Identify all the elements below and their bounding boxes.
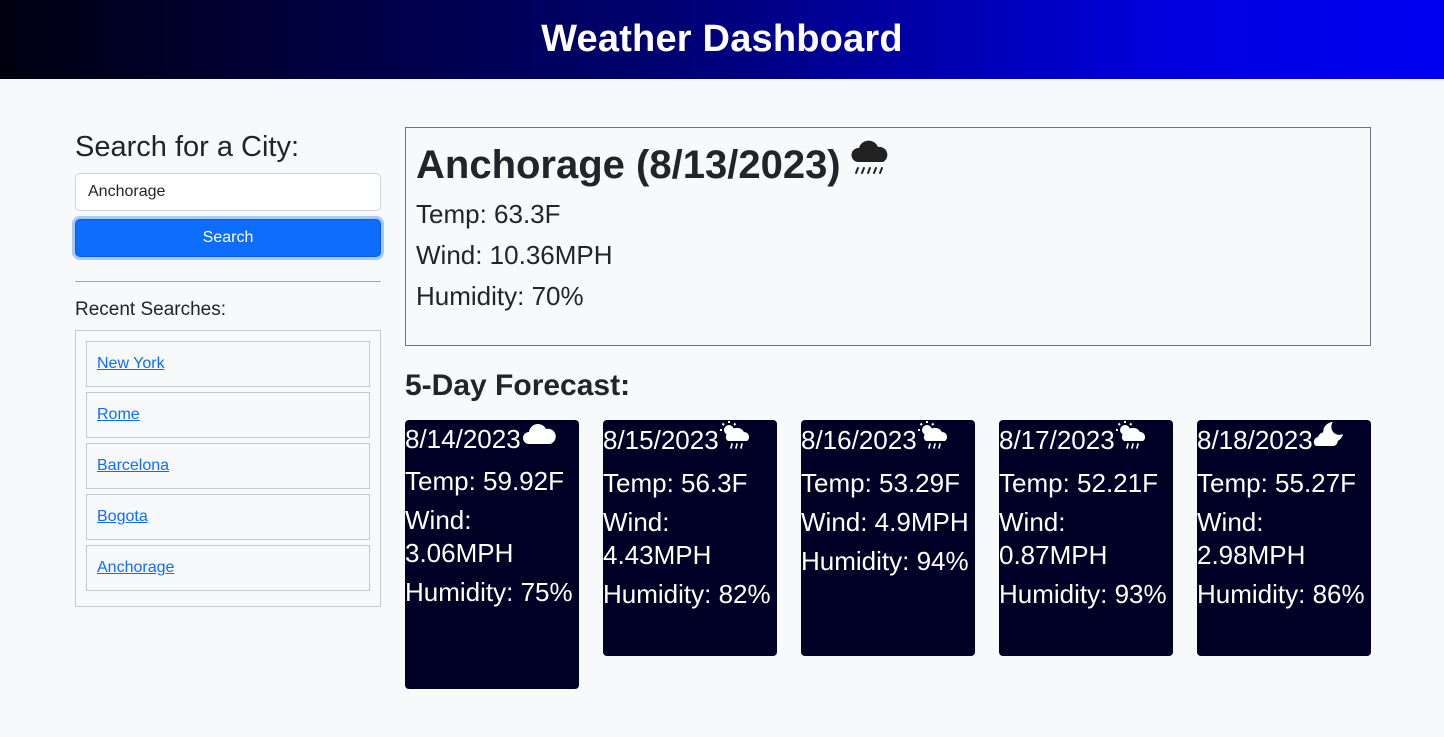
forecast-wind: Wind: 4.9MPH: [801, 507, 969, 537]
recent-search-link[interactable]: Rome: [97, 406, 140, 424]
forecast-date-row: 8/17/2023: [999, 420, 1173, 459]
forecast-humidity: Humidity: 93%: [999, 579, 1167, 609]
search-title: Search for a City:: [75, 131, 300, 163]
search-input[interactable]: [75, 173, 381, 211]
forecast-humidity: Humidity: 94%: [801, 546, 969, 576]
forecast-wind: Wind: 2.98MPH: [1197, 507, 1306, 570]
forecast-date: 8/16/2023: [801, 424, 917, 455]
current-weather-title-row: Anchorage (8/13/2023): [416, 138, 1360, 192]
forecast-card: 8/17/2023 Temp: 52.21F Wind: 0.87MPH Hum…: [999, 420, 1173, 656]
forecast-humidity: Humidity: 82%: [603, 579, 771, 609]
recent-search-link[interactable]: Barcelona: [97, 457, 169, 475]
moon-cloud-icon: [1313, 420, 1345, 459]
recent-search-link[interactable]: Anchorage: [97, 559, 174, 577]
current-weather-panel: Anchorage (8/13/2023) Temp: 63.3F Wind: …: [405, 127, 1371, 346]
recent-searches-title: Recent Searches:: [75, 299, 227, 320]
forecast-card: 8/15/2023 Temp: 56.3F Wind: 4.43MPH Humi…: [603, 420, 777, 656]
cloud-icon: [521, 420, 557, 457]
sidebar: Search for a City: Search Recent Searche…: [75, 126, 381, 607]
forecast-wind: Wind: 0.87MPH: [999, 507, 1108, 570]
forecast-wind: Wind: 3.06MPH: [405, 505, 514, 568]
forecast-temp: Temp: 55.27F: [1197, 468, 1356, 498]
forecast-date-row: 8/18/2023: [1197, 420, 1371, 459]
forecast-temp: Temp: 56.3F: [603, 468, 748, 498]
forecast-date: 8/15/2023: [603, 424, 719, 455]
list-item: Rome: [86, 392, 370, 438]
forecast-humidity: Humidity: 75%: [405, 577, 573, 607]
recent-searches-list: New York Rome Barcelona Bogota Anchorage: [75, 330, 381, 607]
forecast-date-row: 8/16/2023: [801, 420, 975, 459]
recent-search-link[interactable]: Bogota: [97, 508, 148, 526]
forecast-temp: Temp: 59.92F: [405, 466, 564, 496]
page-header: Weather Dashboard: [0, 0, 1444, 79]
forecast-date: 8/18/2023: [1197, 424, 1313, 455]
forecast-temp: Temp: 52.21F: [999, 468, 1158, 498]
divider: [75, 281, 381, 282]
forecast-temp: Temp: 53.29F: [801, 468, 960, 498]
forecast-wind: Wind: 4.43MPH: [603, 507, 712, 570]
forecast-card: 8/18/2023 Temp: 55.27F Wind: 2.98MPH Hum…: [1197, 420, 1371, 656]
forecast-title: 5-Day Forecast:: [405, 369, 631, 402]
list-item: Barcelona: [86, 443, 370, 489]
forecast-card: 8/16/2023 Temp: 53.29F Wind: 4.9MPH Humi…: [801, 420, 975, 656]
recent-search-link[interactable]: New York: [97, 355, 165, 373]
forecast-date-row: 8/14/2023: [405, 420, 579, 457]
list-item: Bogota: [86, 494, 370, 540]
forecast-row: 8/14/2023 Temp: 59.92F Wind: 3.06MPH Hum…: [405, 420, 1371, 690]
forecast-date: 8/17/2023: [999, 424, 1115, 455]
forecast-card: 8/14/2023 Temp: 59.92F Wind: 3.06MPH Hum…: [405, 420, 579, 689]
rain-cloud-icon: [849, 138, 891, 192]
forecast-date: 8/14/2023: [405, 423, 521, 454]
current-temp: Temp: 63.3F: [416, 199, 561, 229]
current-humidity: Humidity: 70%: [416, 281, 584, 311]
list-item: Anchorage: [86, 545, 370, 591]
sun-rain-cloud-icon: [917, 420, 949, 459]
search-button[interactable]: Search: [75, 219, 381, 257]
sun-rain-cloud-icon: [1115, 420, 1147, 459]
page-title: Weather Dashboard: [541, 18, 903, 60]
current-weather-title: Anchorage (8/13/2023): [416, 143, 841, 187]
current-wind: Wind: 10.36MPH: [416, 240, 613, 270]
list-item: New York: [86, 341, 370, 387]
forecast-date-row: 8/15/2023: [603, 420, 777, 459]
forecast-humidity: Humidity: 86%: [1197, 579, 1365, 609]
sun-rain-cloud-icon: [719, 420, 751, 459]
